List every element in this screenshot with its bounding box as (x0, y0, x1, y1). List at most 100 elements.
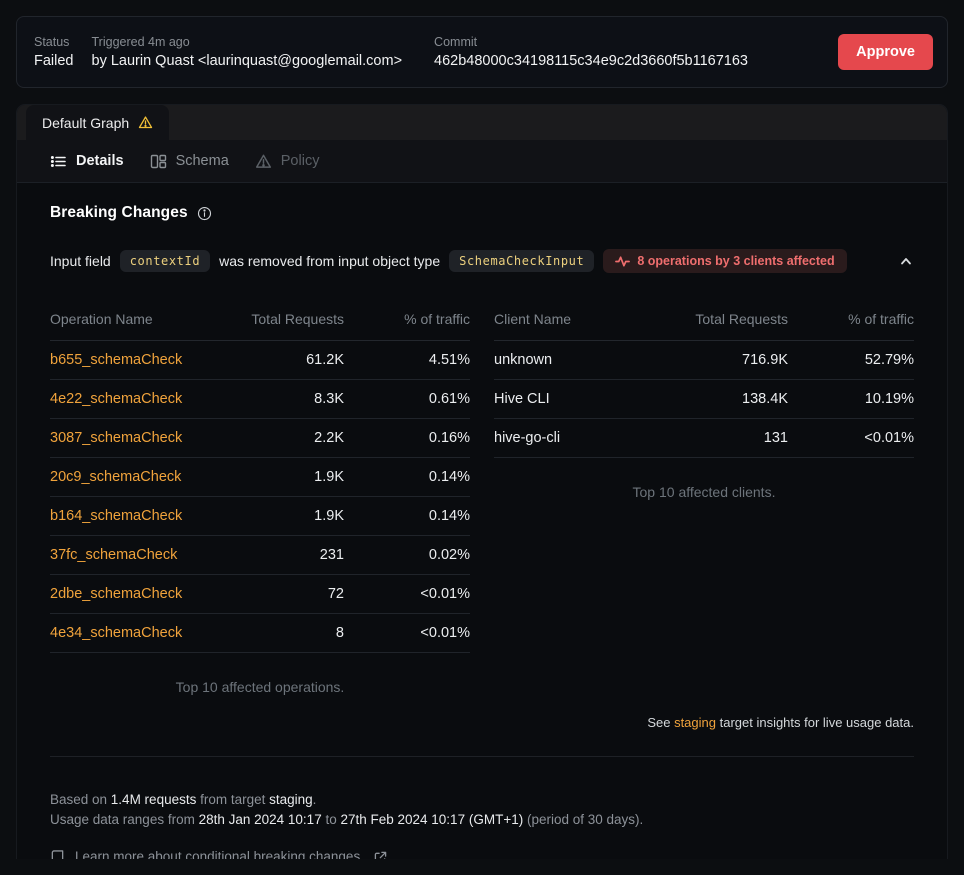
client-name: unknown (494, 341, 638, 379)
operation-link[interactable]: 20c9_schemaCheck (50, 469, 181, 485)
details-panel: Breaking Changes Input field contextId w… (17, 183, 947, 859)
change-text-middle: was removed from input object type (219, 253, 440, 269)
table-row: Hive CLI 138.4K 10.19% (494, 380, 914, 419)
learn-more-label: Learn more about conditional breaking ch… (75, 847, 364, 859)
col-traffic: % of traffic (344, 299, 470, 340)
external-link-icon (374, 851, 387, 860)
commit-label: Commit (434, 35, 748, 49)
triggered-author: by Laurin Quast <laurinquast@googlemail.… (92, 53, 403, 69)
breaking-change-row[interactable]: Input field contextId was removed from i… (50, 249, 914, 273)
table-row: 4e34_schemaCheck 8 <0.01% (50, 614, 470, 653)
col-total-requests: Total Requests (194, 299, 344, 340)
traffic-value: 0.14% (344, 458, 470, 496)
table-row: 37fc_schemaCheck 231 0.02% (50, 536, 470, 575)
triggered-label: Triggered 4m ago (92, 35, 403, 49)
breaking-changes-header: Breaking Changes (50, 204, 914, 222)
check-detail-card: Default Graph (16, 104, 948, 859)
chevron-up-icon[interactable] (898, 254, 914, 268)
table-row: 3087_schemaCheck 2.2K 0.16% (50, 419, 470, 458)
schema-icon (150, 153, 167, 170)
change-text-prefix: Input field (50, 253, 111, 269)
footer-line-1: Based on 1.4M requests from target stagi… (50, 790, 914, 810)
operation-link[interactable]: 2dbe_schemaCheck (50, 586, 182, 602)
operations-table: Operation Name Total Requests % of traff… (50, 299, 470, 695)
col-traffic: % of traffic (788, 299, 914, 340)
tab-default-graph[interactable]: Default Graph (26, 105, 169, 140)
commit-block: Commit 462b48000c34198115c34e9c2d3660f5b… (434, 35, 748, 69)
requests-value: 2.2K (194, 419, 344, 457)
operations-table-header: Operation Name Total Requests % of traff… (50, 299, 470, 341)
staging-link[interactable]: staging (674, 715, 716, 730)
tab-policy[interactable]: Policy (255, 153, 320, 170)
client-name: hive-go-cli (494, 419, 638, 457)
table-row: 4e22_schemaCheck 8.3K 0.61% (50, 380, 470, 419)
table-row: unknown 716.9K 52.79% (494, 341, 914, 380)
traffic-value: 0.14% (344, 497, 470, 535)
clients-table: Client Name Total Requests % of traffic … (494, 299, 914, 695)
table-row: b655_schemaCheck 61.2K 4.51% (50, 341, 470, 380)
warning-icon (138, 115, 153, 130)
requests-value: 8 (194, 614, 344, 652)
warning-triangle-icon (255, 153, 272, 170)
insights-pre: See (647, 715, 674, 730)
operation-link[interactable]: b655_schemaCheck (50, 352, 182, 368)
tab-policy-label: Policy (281, 153, 320, 169)
usage-footer: Based on 1.4M requests from target stagi… (50, 790, 914, 859)
traffic-value: 4.51% (344, 341, 470, 379)
status-label: Status (34, 35, 74, 49)
tab-schema[interactable]: Schema (150, 153, 229, 170)
tab-details-label: Details (76, 153, 124, 169)
operation-link[interactable]: b164_schemaCheck (50, 508, 182, 524)
tab-schema-label: Schema (176, 153, 229, 169)
operation-link[interactable]: 37fc_schemaCheck (50, 547, 177, 563)
approve-button[interactable]: Approve (838, 34, 933, 70)
check-summary-card: Status Failed Triggered 4m ago by Laurin… (16, 16, 948, 88)
usage-tables: Operation Name Total Requests % of traff… (50, 299, 914, 695)
tab-details[interactable]: Details (50, 153, 124, 170)
operation-link[interactable]: 4e22_schemaCheck (50, 391, 182, 407)
field-code-badge: contextId (120, 250, 210, 272)
affected-operations-badge: 8 operations by 3 clients affected (603, 249, 846, 273)
requests-value: 1.9K (194, 458, 344, 496)
traffic-value: 0.16% (344, 419, 470, 457)
triggered-block: Triggered 4m ago by Laurin Quast <laurin… (92, 35, 403, 69)
type-code-badge: SchemaCheckInput (449, 250, 594, 272)
traffic-value: <0.01% (344, 575, 470, 613)
schema-check-page: Status Failed Triggered 4m ago by Laurin… (0, 0, 964, 875)
requests-value: 138.4K (638, 380, 788, 418)
client-name: Hive CLI (494, 380, 638, 418)
section-divider (50, 756, 914, 757)
col-operation-name: Operation Name (50, 299, 194, 340)
info-icon[interactable] (197, 206, 212, 221)
graph-tab-label: Default Graph (42, 115, 129, 131)
table-row: 20c9_schemaCheck 1.9K 0.14% (50, 458, 470, 497)
pulse-icon (615, 255, 630, 268)
subnav: Details Schema (17, 140, 947, 183)
status-block: Status Failed (34, 35, 74, 69)
operation-link[interactable]: 4e34_schemaCheck (50, 625, 182, 641)
requests-value: 8.3K (194, 380, 344, 418)
insights-line: See staging target insights for live usa… (50, 715, 914, 730)
traffic-value: <0.01% (344, 614, 470, 652)
traffic-value: 0.02% (344, 536, 470, 574)
requests-value: 1.9K (194, 497, 344, 535)
requests-value: 61.2K (194, 341, 344, 379)
col-total-requests: Total Requests (638, 299, 788, 340)
status-value: Failed (34, 53, 74, 69)
clients-table-header: Client Name Total Requests % of traffic (494, 299, 914, 341)
target-name: staging (269, 792, 313, 807)
operation-link[interactable]: 3087_schemaCheck (50, 430, 182, 446)
table-row: hive-go-cli 131 <0.01% (494, 419, 914, 458)
requests-value: 231 (194, 536, 344, 574)
book-icon (50, 849, 65, 860)
operations-note: Top 10 affected operations. (50, 679, 470, 695)
table-row: b164_schemaCheck 1.9K 0.14% (50, 497, 470, 536)
insights-post: target insights for live usage data. (716, 715, 914, 730)
learn-more-link[interactable]: Learn more about conditional breaking ch… (50, 847, 387, 859)
affected-badge-label: 8 operations by 3 clients affected (637, 254, 834, 268)
col-client-name: Client Name (494, 299, 638, 340)
traffic-value: 10.19% (788, 380, 914, 418)
traffic-value: 0.61% (344, 380, 470, 418)
graph-tabstrip: Default Graph (17, 105, 947, 140)
requests-value: 72 (194, 575, 344, 613)
